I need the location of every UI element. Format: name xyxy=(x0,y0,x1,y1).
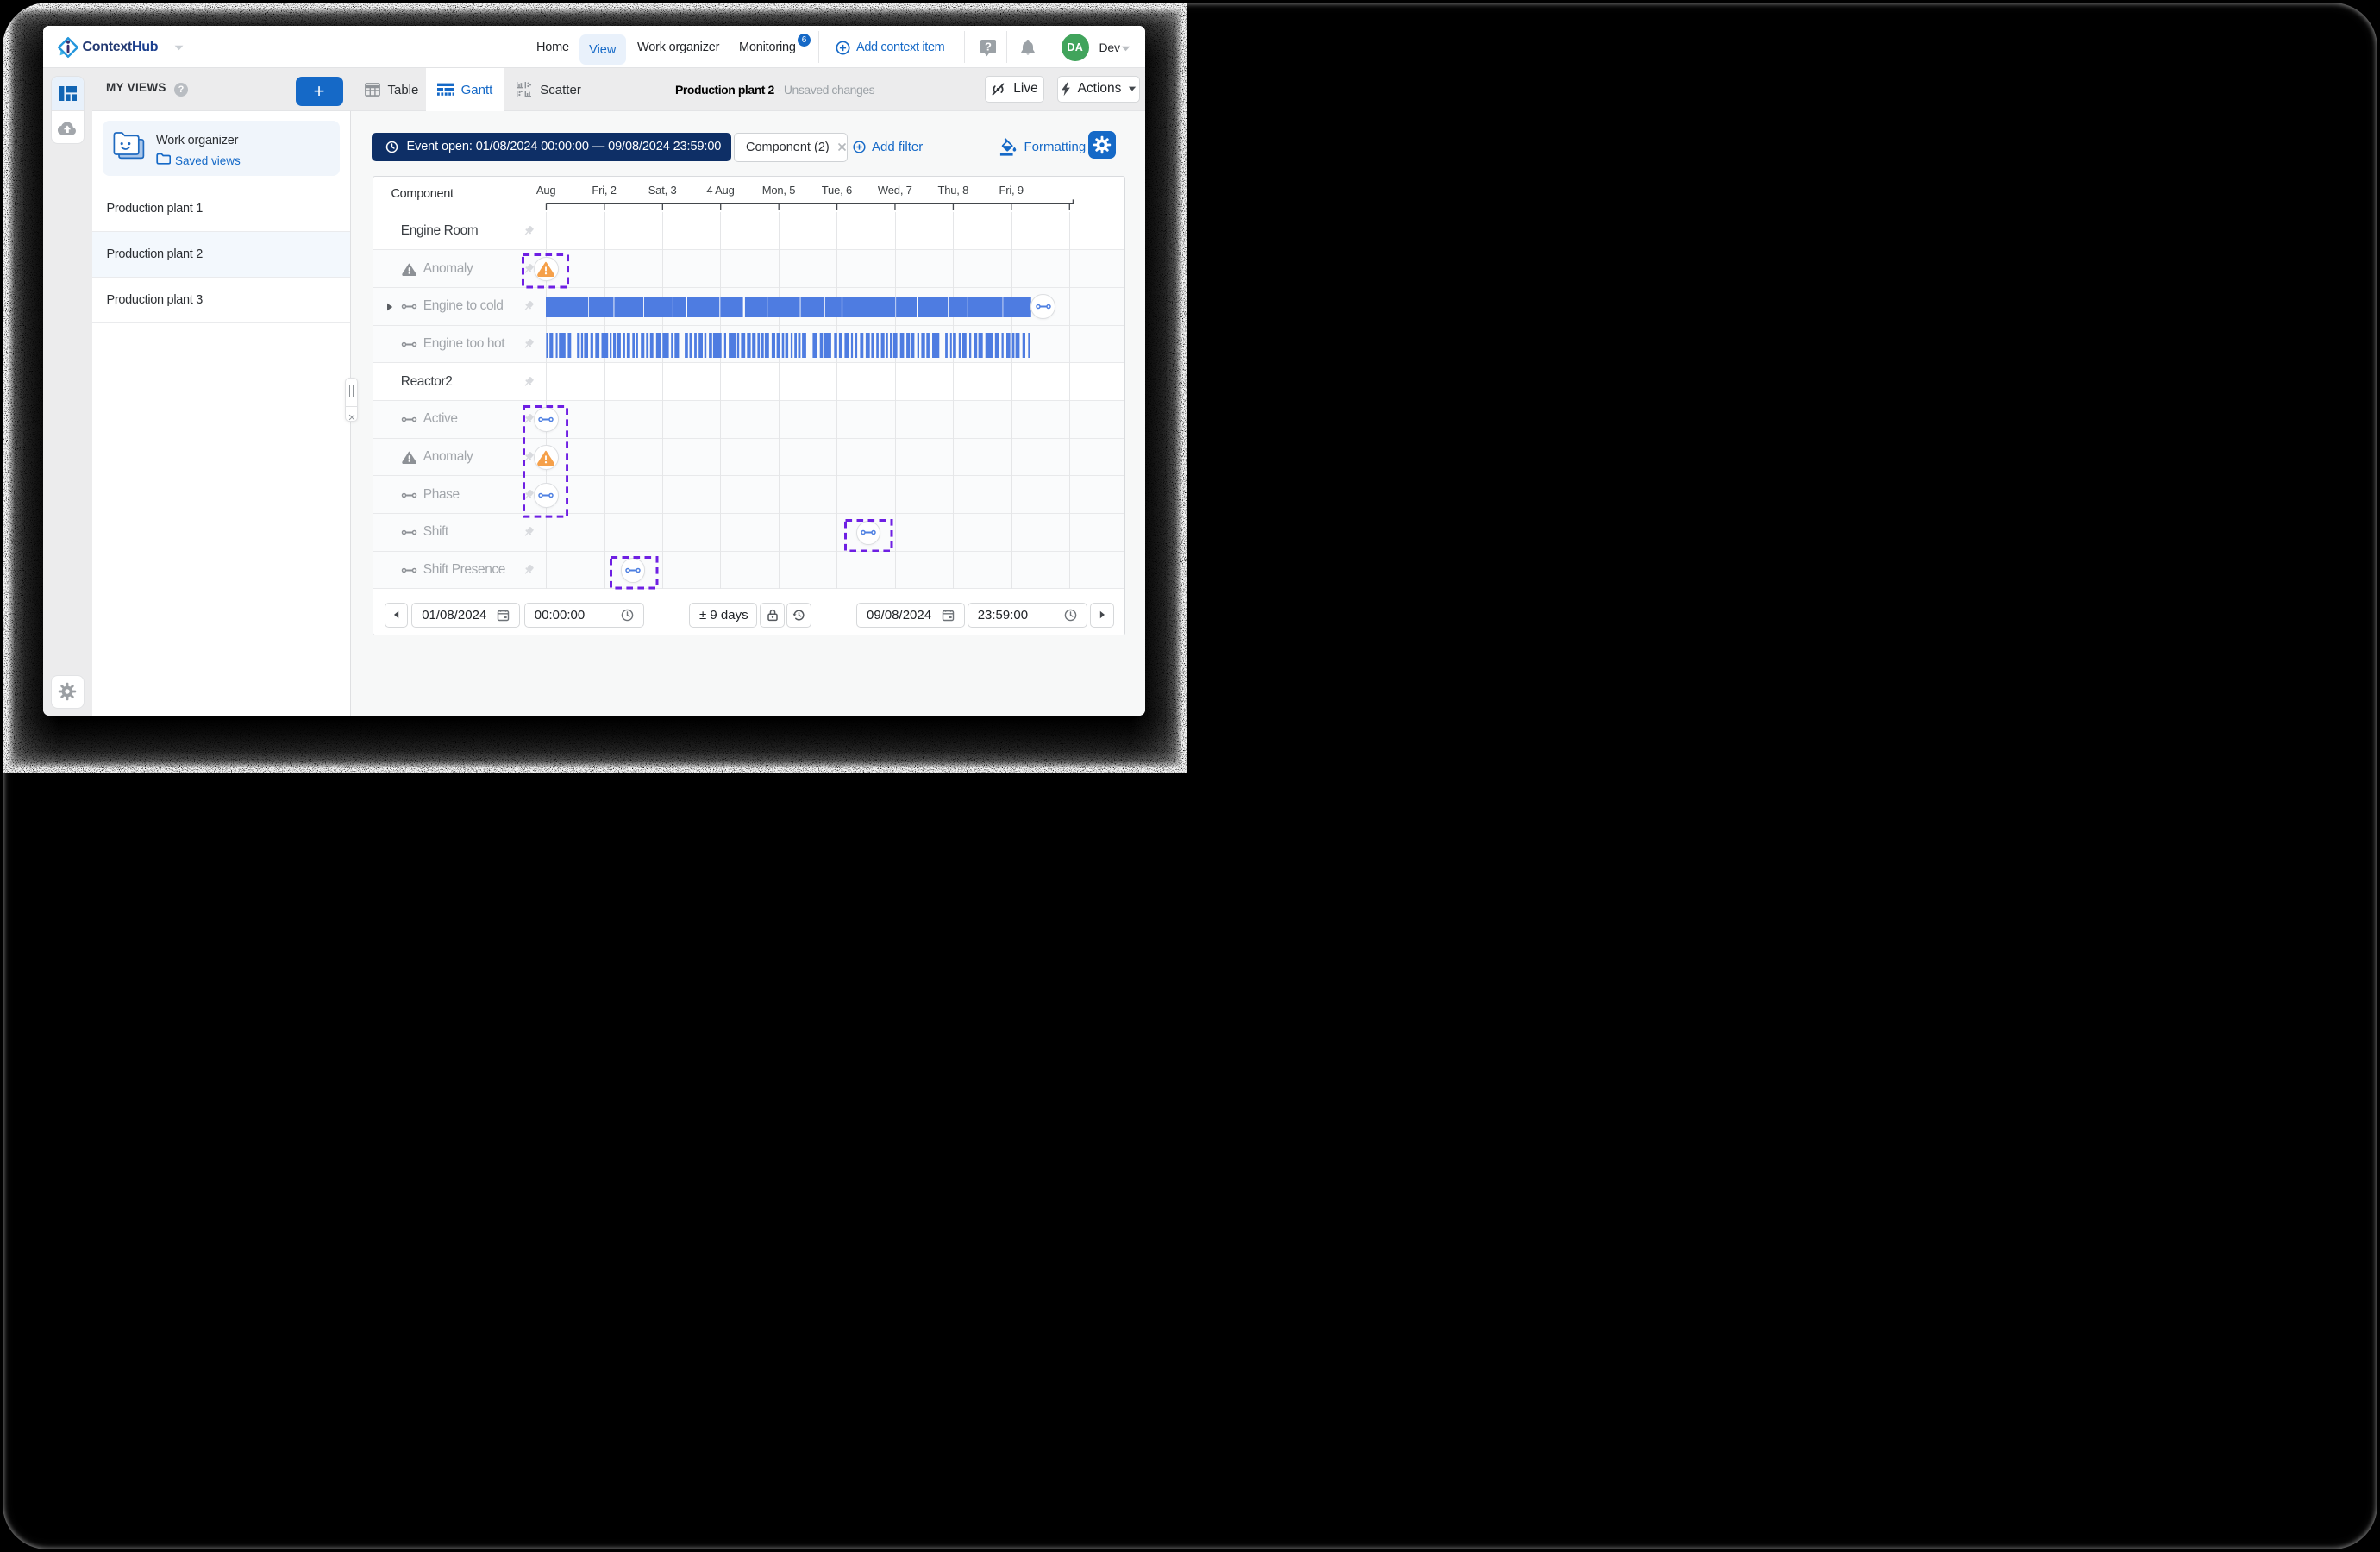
svg-text:?: ? xyxy=(985,40,992,53)
